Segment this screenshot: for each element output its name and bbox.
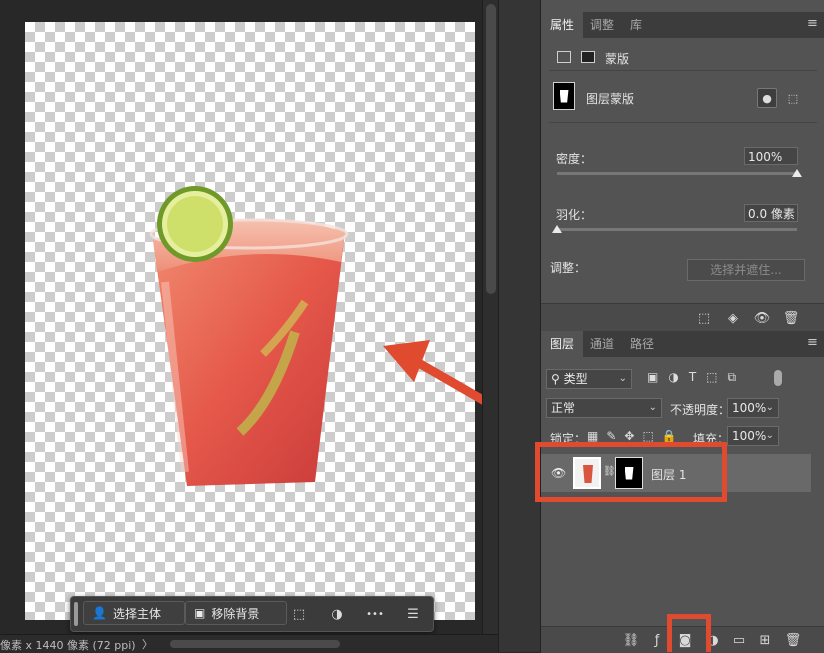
feather-label: 羽化： [556, 208, 593, 222]
fill-value: 100% [732, 429, 767, 443]
link-layers-icon[interactable]: ⛓ [623, 632, 640, 648]
add-vector-mask-icon[interactable]: ⬚ [783, 88, 803, 108]
layer-mask-label: 图层蒙版 [586, 92, 635, 106]
layer-mask-thumbnail [553, 82, 575, 110]
filter-toggle[interactable] [774, 370, 782, 386]
select-subject-label: 选择主体 [112, 606, 161, 621]
task-bar-grip[interactable] [74, 602, 78, 626]
more-options-button[interactable]: ••• [365, 604, 385, 624]
search-icon: ⚲ [551, 372, 560, 386]
feather-slider-handle[interactable] [552, 225, 562, 233]
canvas-vertical-scrollbar[interactable] [482, 0, 499, 634]
canvas-area[interactable]: 👤 选择主体 ▣ 移除背景 ⬚ ◑ ••• ☰ [0, 0, 686, 634]
layer-filter-select[interactable]: ⚲ 类型 ⌄ [546, 369, 632, 389]
blend-mode-select[interactable]: 正常 ⌄ [546, 398, 662, 418]
transform-selection-icon[interactable]: ⬚ [289, 604, 309, 624]
properties-menu-icon[interactable]: ≡ [807, 17, 819, 30]
remove-background-button[interactable]: ▣ 移除背景 [185, 601, 287, 625]
mask-label: 蒙版 [605, 52, 630, 66]
adjustment-icon[interactable]: ◑ [327, 604, 347, 624]
new-group-icon[interactable]: ▭ [731, 632, 747, 648]
density-field[interactable]: 100% [744, 147, 798, 165]
person-icon: 👤 [92, 606, 107, 620]
document-size-text: 像素 x 1440 像素 (72 ppi) [0, 639, 136, 652]
properties-tab-bar: 属性 调整 库 ≡ [541, 12, 824, 38]
tab-layers[interactable]: 图层 [541, 331, 584, 357]
density-slider-handle[interactable] [792, 169, 802, 177]
shape-filter-icon[interactable]: ⬚ [706, 370, 717, 388]
delete-mask-icon[interactable]: 🗑 [783, 310, 800, 326]
blend-mode-label: 正常 [551, 401, 576, 415]
select-subject-button[interactable]: 👤 选择主体 [83, 601, 185, 625]
status-arrow-icon[interactable]: 〉 [142, 636, 153, 652]
chevron-down-icon: ⌄ [618, 373, 627, 384]
status-bar: 像素 x 1440 像素 (72 ppi) 〉 [0, 634, 500, 653]
remove-background-label: 移除背景 [211, 606, 260, 621]
density-label: 密度： [556, 152, 593, 166]
scrollbar-thumb[interactable] [486, 4, 496, 294]
opacity-label: 不透明度： [670, 403, 731, 417]
vector-mask-icon[interactable] [581, 51, 595, 63]
delete-layer-icon[interactable]: 🗑 [785, 632, 802, 648]
adjust-label: 调整： [550, 261, 587, 275]
horizontal-scrollbar-thumb[interactable] [170, 640, 340, 648]
fill-field[interactable]: 100% ⌄ [727, 426, 779, 446]
chevron-down-icon: ⌄ [765, 430, 774, 441]
tab-adjustments[interactable]: 调整 [581, 12, 623, 38]
select-and-mask-button[interactable]: 选择并遮住... [687, 259, 805, 281]
pixel-mask-icon[interactable] [557, 51, 571, 63]
annotation-highlight-layer [535, 442, 727, 502]
pixel-filter-icon[interactable]: ▣ [647, 370, 658, 388]
filter-type-label: 类型 [563, 372, 588, 386]
properties-footer: ⬚ ◈ 👁 🗑 [541, 303, 824, 332]
image-icon: ▣ [194, 606, 206, 620]
new-layer-icon[interactable]: ⊞ [757, 632, 773, 648]
type-filter-icon[interactable]: T [689, 370, 696, 388]
chevron-down-icon: ⌄ [765, 402, 774, 413]
chevron-down-icon: ⌄ [648, 402, 657, 413]
opacity-value: 100% [732, 401, 767, 415]
feather-slider[interactable] [557, 228, 797, 231]
apply-mask-icon[interactable]: ◈ [725, 310, 741, 326]
contextual-task-bar: 👤 选择主体 ▣ 移除背景 ⬚ ◑ ••• ☰ [70, 596, 434, 632]
load-selection-icon[interactable]: ⬚ [696, 310, 712, 326]
select-pixel-mask-icon[interactable]: ● [757, 88, 777, 108]
panel-dock-strip [498, 0, 541, 652]
layer-style-icon[interactable]: ƒ [649, 632, 665, 648]
tab-channels[interactable]: 通道 [581, 331, 623, 357]
tab-properties[interactable]: 属性 [541, 12, 584, 38]
visibility-eye-icon[interactable]: 👁 [754, 310, 771, 326]
mask-type-row: 蒙版 [549, 44, 817, 71]
more-label: ••• [366, 608, 384, 620]
smart-object-filter-icon[interactable]: ⧉ [728, 370, 737, 388]
annotation-highlight-mask-button [667, 614, 711, 652]
right-panels: 属性 调整 库 ≡ 蒙版 图层蒙版 ● ⬚ 密度： 100% 羽化： 0.0 像… [535, 0, 824, 653]
adjustment-filter-icon[interactable]: ◑ [668, 370, 678, 388]
tab-libraries[interactable]: 库 [621, 12, 651, 38]
feather-field[interactable]: 0.0 像素 [744, 204, 798, 222]
density-slider[interactable] [557, 172, 797, 175]
layer-mask-row: 图层蒙版 ● ⬚ [549, 76, 817, 123]
settings-sliders-icon[interactable]: ☰ [403, 604, 423, 624]
tab-paths[interactable]: 路径 [621, 331, 663, 357]
layers-tab-bar: 图层 通道 路径 ≡ [541, 331, 824, 357]
layers-menu-icon[interactable]: ≡ [807, 336, 819, 349]
opacity-field[interactable]: 100% ⌄ [727, 398, 779, 418]
